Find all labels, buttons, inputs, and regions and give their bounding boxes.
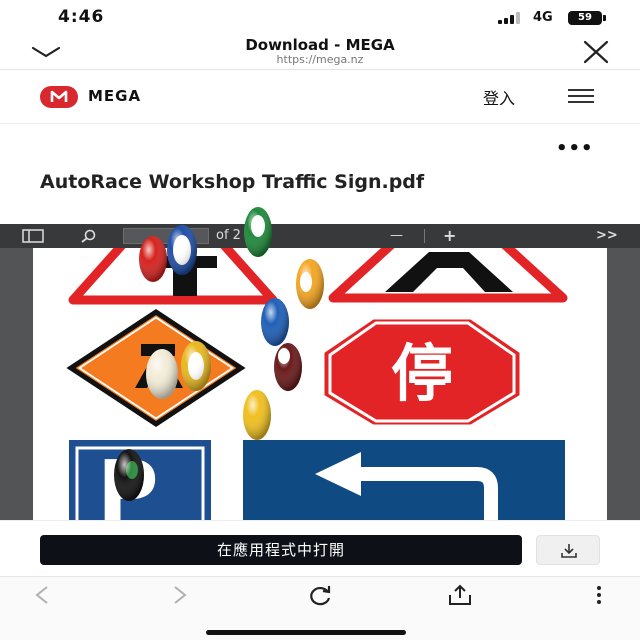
network-type: 4G <box>533 10 553 25</box>
traffic-signs-image: 停 P <box>66 248 568 520</box>
zoom-out-button[interactable]: — <box>390 224 403 248</box>
mega-brand-name[interactable]: MEGA <box>88 87 141 105</box>
status-time: 4:46 <box>58 7 105 27</box>
pdf-viewer[interactable]: 停 P <box>0 248 640 520</box>
share-icon[interactable] <box>446 583 474 607</box>
zoom-in-button[interactable]: + <box>443 224 456 248</box>
status-bar: 4:46 4G 59 <box>0 0 640 34</box>
battery-indicator: 59 <box>568 11 606 25</box>
more-options-button[interactable]: ••• <box>556 138 594 159</box>
download-icon <box>561 544 577 558</box>
pdf-toolbar: of 2 — + >> <box>0 224 640 248</box>
download-button[interactable] <box>536 535 600 565</box>
home-indicator <box>206 630 406 635</box>
reload-icon[interactable] <box>306 583 334 607</box>
open-in-app-button[interactable]: 在應用程式中打開 <box>40 535 522 565</box>
page-number-input[interactable] <box>123 228 209 244</box>
stop-sign-text: 停 <box>391 337 453 410</box>
toolbar-divider <box>424 229 425 243</box>
bottom-action-bar: 在應用程式中打開 <box>0 520 640 576</box>
parking-sign-text: P <box>97 442 159 520</box>
search-icon[interactable] <box>80 229 98 243</box>
browser-header: Download - MEGA https://mega.nz <box>0 34 640 70</box>
back-arrow-icon[interactable] <box>30 583 54 607</box>
file-title: AutoRace Workshop Traffic Sign.pdf <box>40 171 425 193</box>
mega-logo-icon[interactable] <box>40 86 78 108</box>
page-url: https://mega.nz <box>276 53 364 66</box>
sidebar-toggle-icon[interactable] <box>22 229 44 243</box>
page-title: Download - MEGA <box>245 36 395 54</box>
hamburger-menu-icon[interactable] <box>568 89 594 103</box>
signal-icon <box>498 12 522 24</box>
mega-navbar: MEGA 登入 <box>0 70 640 124</box>
kebab-menu-icon[interactable] <box>590 583 608 607</box>
pdf-page: 停 P <box>33 248 607 520</box>
page-count-label: of 2 <box>216 228 241 243</box>
login-link[interactable]: 登入 <box>483 85 515 109</box>
more-tools-button[interactable]: >> <box>596 224 618 248</box>
close-icon[interactable] <box>582 40 610 64</box>
forward-arrow-icon[interactable] <box>168 583 192 607</box>
